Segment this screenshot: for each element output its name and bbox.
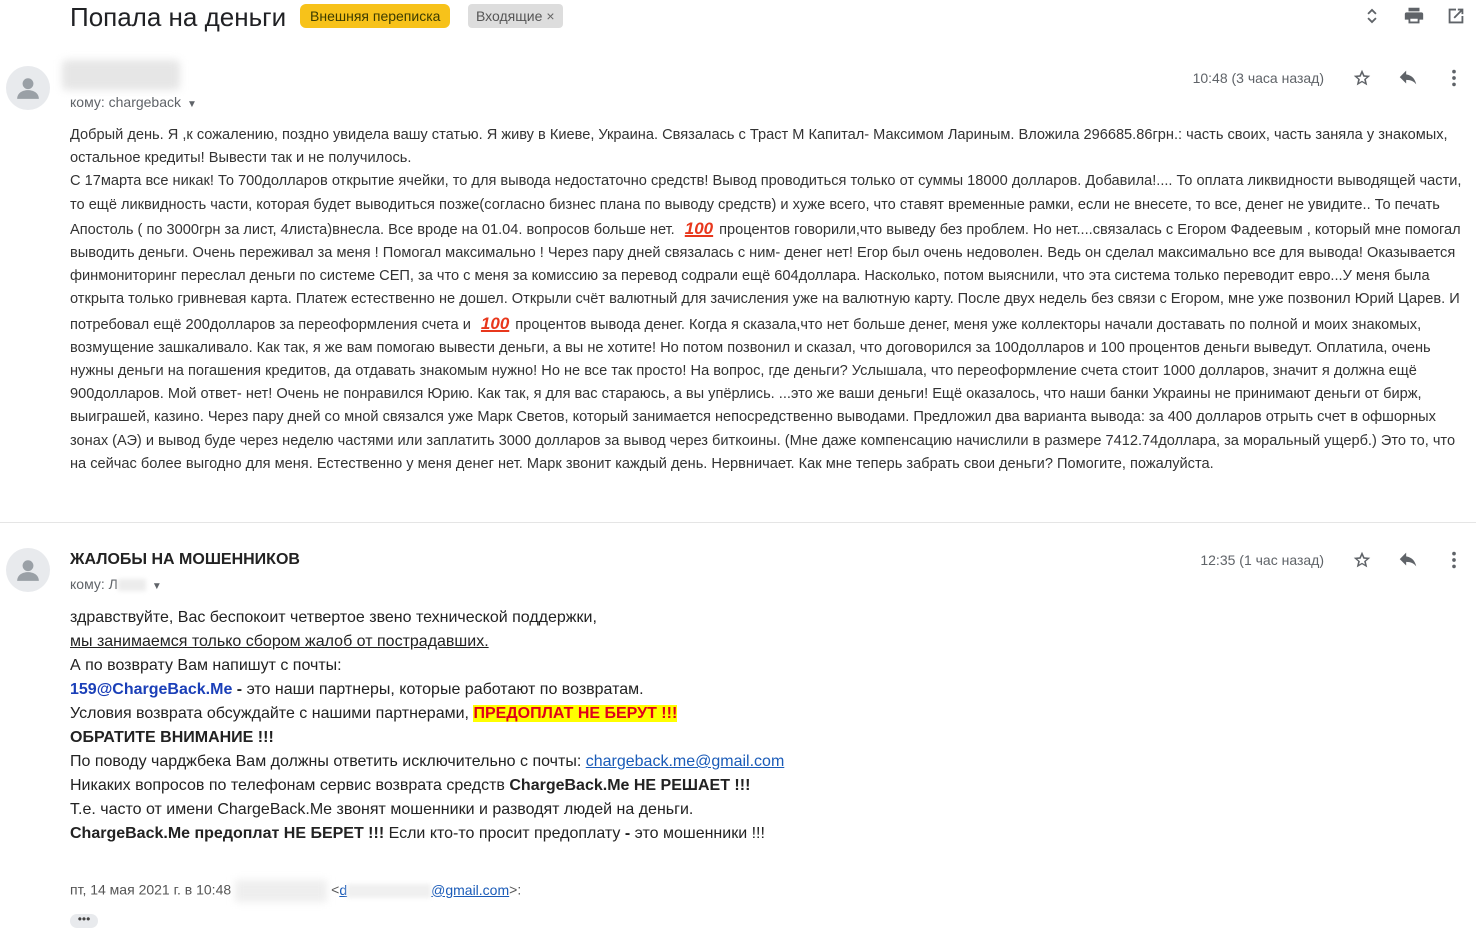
reply-icon[interactable] [1396,66,1420,90]
recipient-text: кому: chargeback [70,94,182,110]
sender-name: ЖАЛОБЫ НА МОШЕННИКОВ [70,551,300,568]
chevron-down-icon[interactable]: ▼ [187,99,197,110]
body-text: Условия возврата обсуждайте с нашими пар… [70,705,474,722]
quote-email-link[interactable]: d @gmail.com [339,882,509,898]
more-vert-icon[interactable] [1442,548,1466,572]
sender-name-blurred [62,60,180,90]
body-line: Никаких вопросов по телефонам сервис воз… [70,774,1070,798]
email-prefix: d [339,881,348,898]
highlighted-warning: ПРЕДОПЛАТ НЕ БЕРУТ !!! [473,705,678,722]
thread-actions [1360,4,1468,28]
thread-subject: Попала на деньги [70,2,287,32]
body-text: это наши партнеры, которые работают по в… [246,681,644,698]
avatar [6,66,50,110]
email-suffix: @gmail.com [431,881,510,898]
expand-all-icon[interactable] [1360,4,1384,28]
bold-text: ChargeBack.Me предоплат НЕ БЕРЕТ !!! [70,825,385,842]
body-text: Если кто-то просит предоплату [384,825,625,842]
remove-label-icon[interactable]: × [546,8,554,24]
print-icon[interactable] [1402,4,1426,28]
message-time: 12:35 (1 час назад) [1200,552,1324,568]
body-paragraph: Добрый день. Я ,к сожалению, поздно увид… [70,127,1448,167]
open-new-window-icon[interactable] [1444,4,1468,28]
thread-header: Попала на деньги Внешняя переписка Входя… [0,0,1476,40]
message-time: 10:48 (3 часа назад) [1192,70,1324,86]
bold-text: ChargeBack.Me НЕ РЕШАЕТ !!! [509,777,751,794]
star-icon[interactable] [1350,66,1374,90]
body-line: Т.е. часто от имени ChargeBack.Me звонят… [70,801,694,818]
body-paragraph: С 17марта все никак! То 700долларов откр… [70,170,1468,476]
body-text: По поводу чарджбека Вам должны ответить … [70,753,586,770]
dash: - [232,681,247,698]
bracket: >: [509,881,522,898]
show-trimmed-content-button[interactable]: ••• [70,913,98,928]
body-text: процентов вывода денег. Когда я сказала,… [70,316,1456,472]
body-line: По поводу чарджбека Вам должны ответить … [70,750,1070,774]
person-icon [17,560,39,581]
email-link[interactable]: chargeback.me@gmail.com [586,753,785,770]
recipient-line[interactable]: кому: Л ▼ [70,576,162,592]
reply-icon[interactable] [1396,548,1420,572]
avatar [6,548,50,592]
body-line: А по возврату Вам напишут с почты: [70,657,342,674]
star-icon[interactable] [1350,548,1374,572]
email-blurred [347,884,432,898]
body-text: Никаких вопросов по телефонам сервис воз… [70,777,510,794]
message-1-body: Добрый день. Я ,к сожалению, поздно увид… [70,124,1468,476]
hundred-points-icon: 100 [480,313,510,333]
quote-date: пт, 14 мая 2021 г. в 10:48 [70,881,232,898]
label-inbox-text: Входящие [476,8,543,24]
quoted-header: пт, 14 мая 2021 г. в 10:48 <d @gmail.com>: [70,880,521,902]
message-2-body: здравствуйте, Вас беспокоит четвертое зв… [70,606,1070,846]
hundred-points-icon: 100 [684,218,714,238]
partner-email: 159@ChargeBack.Me [70,681,233,698]
body-line: ОБРАТИТЕ ВНИМАНИЕ !!! [70,729,274,746]
label-external-correspondence[interactable]: Внешняя переписка [300,4,451,28]
body-line: Условия возврата обсуждайте с нашими пар… [70,702,1070,726]
recipient-line[interactable]: кому: chargeback ▼ [70,94,197,110]
body-text: это мошенники !!! [630,825,765,842]
message-actions [1350,66,1466,90]
more-vert-icon[interactable] [1442,66,1466,90]
person-icon [17,78,39,99]
message-divider [0,522,1476,523]
chevron-down-icon[interactable]: ▼ [152,581,162,592]
message-actions [1350,548,1466,572]
quote-sender-blurred [235,880,328,902]
body-line: ChargeBack.Me предоплат НЕ БЕРЕТ !!! Есл… [70,822,1070,846]
body-line: 159@ChargeBack.Me - это наши партнеры, к… [70,678,1070,702]
label-inbox[interactable]: Входящие × [468,4,563,28]
recipient-text: кому: Л [70,576,118,592]
body-line: мы занимаемся только сбором жалоб от пос… [70,633,489,650]
body-line: здравствуйте, Вас беспокоит четвертое зв… [70,609,597,626]
recipient-blurred [117,579,146,592]
